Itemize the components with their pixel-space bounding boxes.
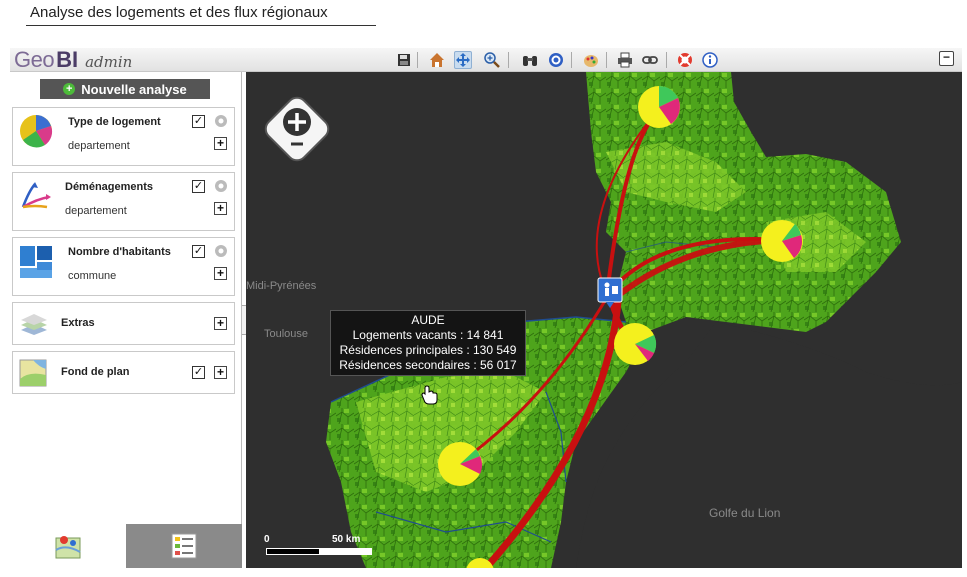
info-icon[interactable]: [701, 51, 719, 69]
panel-title: Type de logement: [68, 116, 161, 128]
panel-title: Extras: [61, 317, 95, 329]
panel-nombre-habitants[interactable]: Nombre d'habitants commune ✓ +: [12, 237, 235, 296]
map-icon: [55, 536, 81, 559]
new-analysis-button[interactable]: + Nouvelle analyse: [40, 79, 210, 99]
tooltip-line: Résidences secondaires : 56 017: [339, 358, 517, 372]
tooltip-line: Logements vacants : 14 841: [352, 328, 504, 342]
visibility-checkbox[interactable]: ✓: [192, 366, 205, 379]
panel-extras[interactable]: Extras +: [12, 302, 235, 345]
top-toolbar: GeoBI admin: [10, 48, 962, 72]
flow-arrows-icon: [21, 182, 51, 209]
panel-title: Nombre d'habitants: [68, 246, 171, 258]
pan-icon[interactable]: [454, 51, 472, 69]
logo-bi: BI: [56, 47, 79, 72]
panel-title: Fond de plan: [61, 366, 130, 378]
link-icon[interactable]: [641, 51, 659, 69]
city-label: Toulouse: [264, 328, 309, 340]
add-icon: +: [63, 83, 76, 95]
panel-subtitle: departement: [65, 205, 127, 217]
visibility-checkbox[interactable]: ✓: [192, 245, 205, 258]
scale-end: 50 km: [332, 534, 361, 545]
list-icon: [171, 533, 197, 559]
visibility-checkbox[interactable]: ✓: [192, 115, 205, 128]
logo-admin: admin: [85, 53, 133, 71]
logo-geo: Geo: [14, 47, 55, 72]
pie-marker[interactable]: [438, 442, 482, 486]
tooltip-line: Résidences principales : 130 549: [339, 343, 517, 357]
expand-button[interactable]: +: [214, 137, 227, 150]
scale-start: 0: [264, 534, 270, 545]
print-icon[interactable]: [616, 51, 634, 69]
zoom-control[interactable]: [262, 94, 332, 164]
scale-bar: 0 50 km: [264, 534, 376, 556]
page-title: Analyse des logements et des flux région…: [26, 3, 376, 26]
pie-chart-icon: [20, 115, 53, 148]
expand-button[interactable]: +: [214, 267, 227, 280]
pie-marker[interactable]: [638, 85, 680, 128]
tab-layers-list[interactable]: [126, 524, 242, 568]
style-icon[interactable]: [582, 51, 600, 69]
binoculars-icon[interactable]: [521, 51, 539, 69]
panel-subtitle: departement: [68, 140, 130, 152]
new-analysis-label: Nouvelle analyse: [81, 81, 187, 97]
minimize-button[interactable]: −: [939, 51, 954, 66]
pie-marker[interactable]: [761, 220, 803, 262]
gear-icon[interactable]: [214, 244, 228, 258]
bottom-tabs: [10, 524, 242, 568]
tooltip-title: AUDE: [411, 313, 445, 327]
home-icon[interactable]: [428, 51, 446, 69]
visibility-checkbox[interactable]: ✓: [192, 180, 205, 193]
layers-icon: [21, 314, 47, 335]
region-label: Midi-Pyrénées: [246, 280, 317, 292]
choropleth-icon: [20, 246, 52, 278]
panel-title: Déménagements: [65, 181, 154, 193]
panel-demenagements[interactable]: Déménagements departement ✓ +: [12, 172, 235, 231]
basemap-icon: [19, 359, 47, 387]
help-icon[interactable]: [676, 51, 694, 69]
pie-marker[interactable]: [614, 323, 657, 365]
panel-subtitle: commune: [68, 270, 117, 282]
sea-label: Golfe du Lion: [709, 506, 781, 520]
map-tooltip: AUDE Logements vacants : 14 841 Résidenc…: [330, 310, 526, 376]
save-icon[interactable]: [395, 51, 413, 69]
target-icon[interactable]: [547, 51, 565, 69]
expand-button[interactable]: +: [214, 366, 227, 379]
map-view[interactable]: Midi-Pyrénées Toulouse Golfe du Lion AUD…: [246, 72, 962, 568]
tab-map[interactable]: [10, 524, 126, 568]
panel-type-logement[interactable]: Type de logement departement ✓ +: [12, 107, 235, 166]
expand-button[interactable]: +: [214, 317, 227, 330]
zoom-in-icon[interactable]: [483, 51, 501, 69]
gear-icon[interactable]: [214, 114, 228, 128]
geobi-logo: GeoBI admin: [14, 48, 132, 72]
layers-sidebar: + Nouvelle analyse Type de logement depa…: [10, 72, 242, 568]
expand-button[interactable]: +: [214, 202, 227, 215]
gear-icon[interactable]: [214, 179, 228, 193]
panel-fond-de-plan[interactable]: Fond de plan ✓ +: [12, 351, 235, 394]
